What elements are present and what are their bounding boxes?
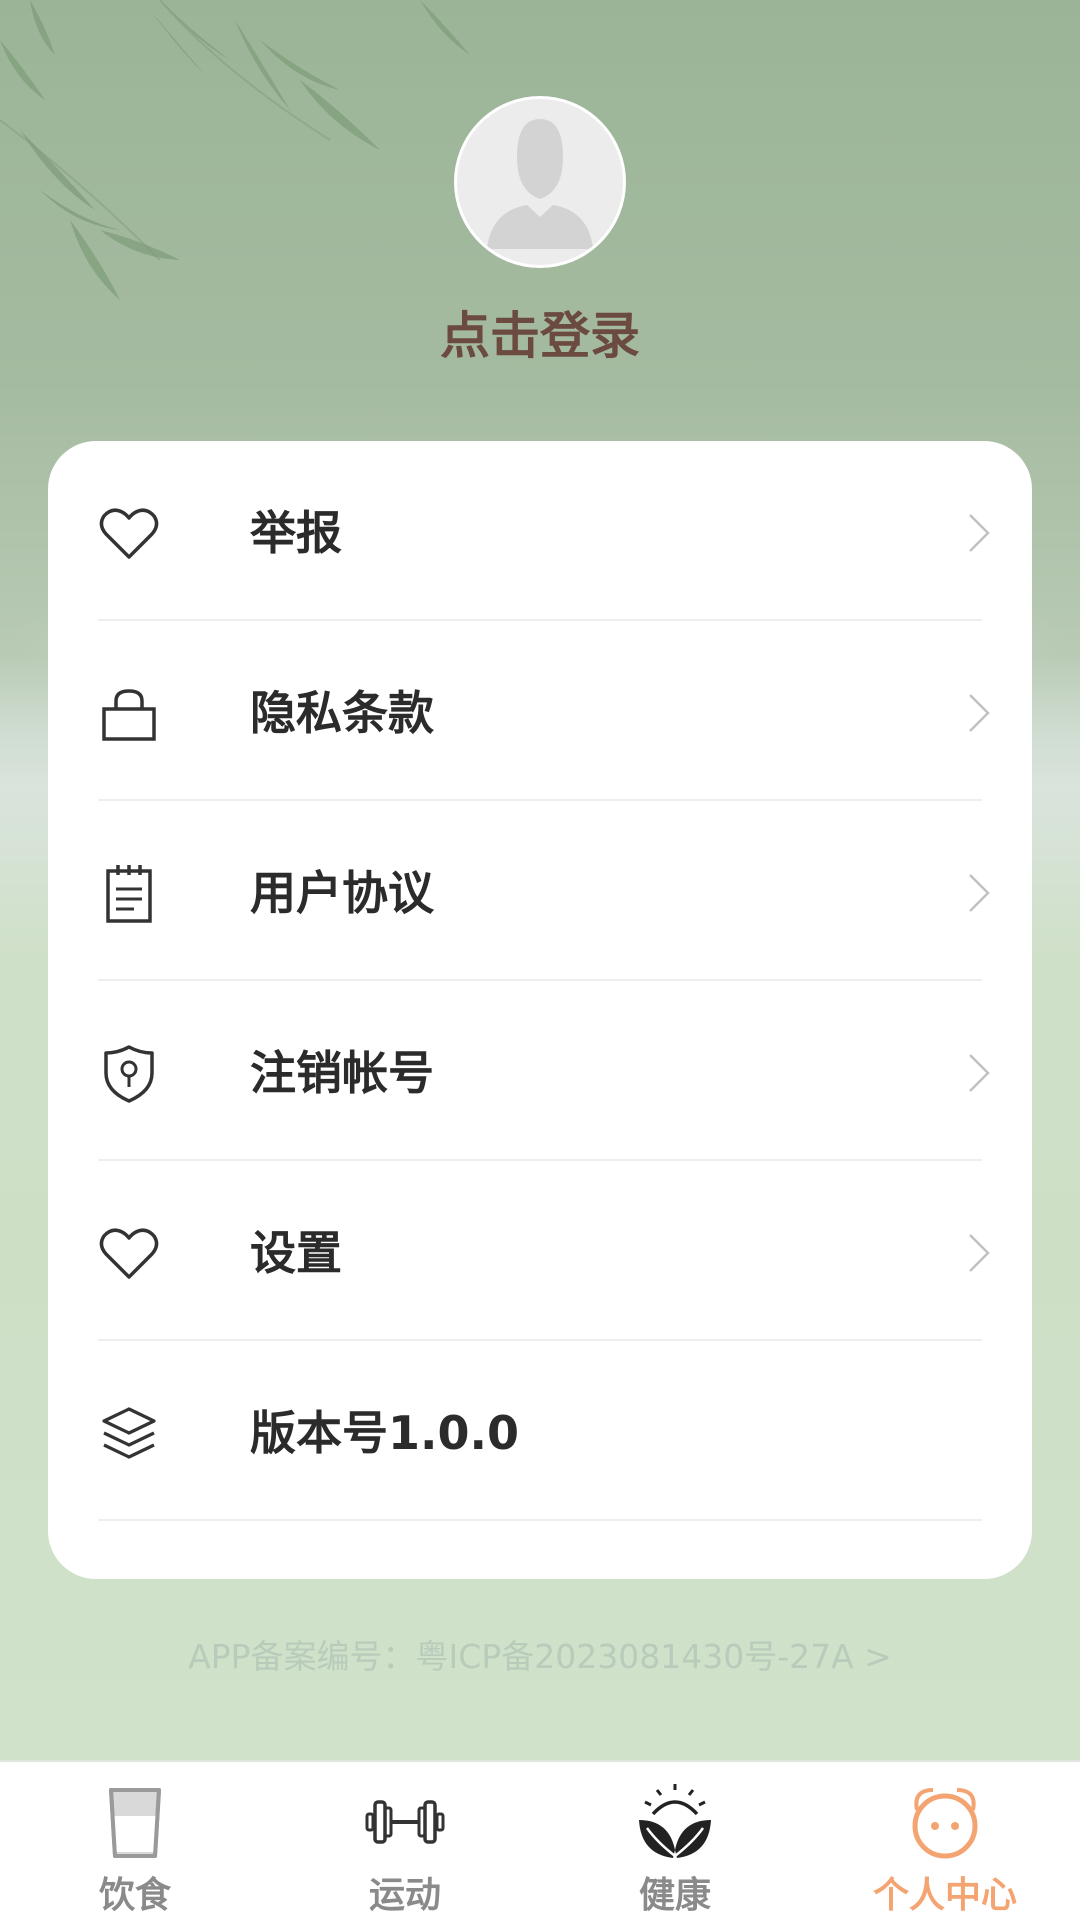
tab-exercise[interactable]: 运动	[270, 1762, 540, 1920]
shield-keyhole-icon	[104, 1045, 154, 1103]
menu-item-delete-account[interactable]: 注销帐号	[98, 981, 990, 1161]
divider	[98, 1519, 982, 1521]
cup-icon	[109, 1788, 161, 1858]
menu-item-label: 设置	[250, 1226, 342, 1280]
tab-diet[interactable]: 饮食	[0, 1762, 270, 1920]
bottom-tab-bar: 饮食 运动 健康 个人中心	[0, 1760, 1080, 1920]
chevron-right-icon	[969, 1054, 990, 1092]
menu-item-version: 版本号1.0.0	[98, 1341, 982, 1521]
chevron-right-icon	[969, 694, 990, 732]
login-prompt[interactable]: 点击登录	[0, 296, 1080, 368]
menu-item-privacy[interactable]: 隐私条款	[98, 621, 990, 801]
face-icon	[912, 1788, 978, 1859]
profile-screen: 点击登录 举报 隐私条款 用户协议 注销帐号 设置 版本号1.0.0 APP备案…	[0, 0, 1080, 1920]
menu-item-label: 举报	[250, 506, 342, 560]
heart-icon	[99, 508, 159, 559]
tab-profile[interactable]: 个人中心	[810, 1762, 1080, 1920]
default-user-icon	[457, 99, 623, 265]
version-label: 版本号1.0.0	[250, 1406, 519, 1460]
menu-item-label: 隐私条款	[250, 686, 434, 740]
chevron-right-icon	[969, 874, 990, 912]
heart-icon	[99, 1228, 159, 1279]
chevron-right-icon	[969, 1234, 990, 1272]
dumbbell-icon	[365, 1800, 445, 1844]
menu-item-label: 用户协议	[250, 866, 434, 920]
tab-label: 健康	[638, 1875, 711, 1916]
tab-label: 个人中心	[872, 1875, 1017, 1916]
avatar[interactable]	[454, 96, 626, 268]
menu-item-label: 注销帐号	[250, 1046, 434, 1100]
menu-item-user-agreement[interactable]: 用户协议	[98, 801, 990, 981]
notepad-icon	[106, 865, 152, 923]
tab-label: 运动	[368, 1875, 441, 1916]
tab-health[interactable]: 健康	[540, 1762, 810, 1920]
menu-item-report[interactable]: 举报	[98, 441, 990, 621]
layers-icon	[102, 1407, 156, 1459]
menu-card: 举报 隐私条款 用户协议 注销帐号 设置 版本号1.0.0	[48, 441, 1032, 1579]
menu-item-settings[interactable]: 设置	[98, 1161, 990, 1341]
leaves-sun-icon	[639, 1784, 711, 1858]
icp-record-link[interactable]: APP备案编号：粤ICP备2023081430号-27A >	[0, 1630, 1080, 1678]
tab-label: 饮食	[98, 1875, 171, 1916]
chevron-right-icon	[969, 514, 990, 552]
lock-icon	[102, 689, 156, 741]
